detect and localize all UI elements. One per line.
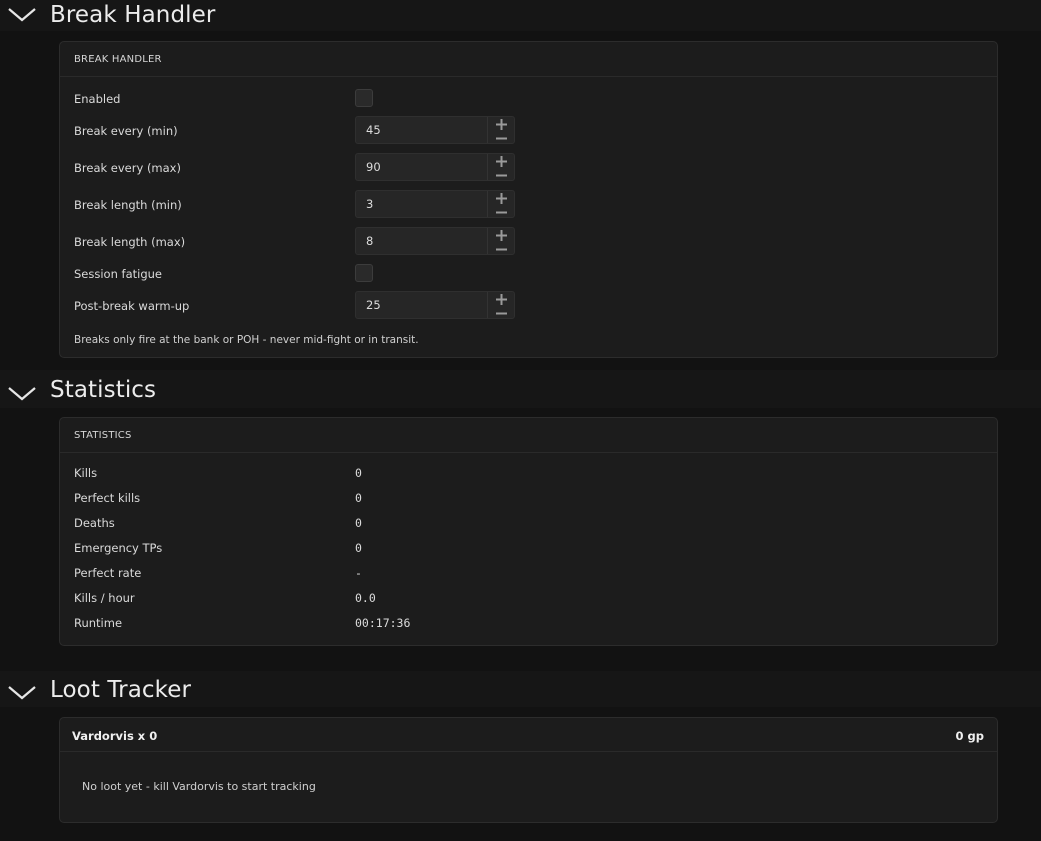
statistics-panel: STATISTICS Kills 0 Perfect kills 0 Death… — [59, 417, 998, 646]
stat-value: 00:17:36 — [355, 616, 411, 630]
chevron-down-icon — [8, 387, 36, 401]
break-every-max-label: Break every (max) — [74, 161, 181, 175]
statistics-section-header[interactable]: Statistics — [0, 370, 1041, 408]
stat-label: Perfect kills — [74, 491, 141, 505]
panel-title: STATISTICS — [60, 418, 997, 453]
loot-tracker-section-header[interactable]: Loot Tracker — [0, 671, 1041, 707]
break-note: Breaks only fire at the bank or POH - ne… — [74, 334, 419, 346]
panel-title: BREAK HANDLER — [60, 42, 997, 77]
stat-label: Kills / hour — [74, 591, 135, 605]
decrement-button[interactable] — [488, 241, 515, 254]
break-length-max-label: Break length (max) — [74, 235, 186, 249]
minus-icon — [496, 211, 507, 214]
stat-value: - — [355, 566, 362, 580]
spinner-buttons — [487, 292, 515, 318]
break-every-min-input[interactable] — [356, 117, 486, 143]
break-handler-section-header[interactable]: Break Handler — [0, 0, 1041, 31]
stat-label: Emergency TPs — [74, 541, 163, 555]
stat-value: 0.0 — [355, 591, 376, 605]
decrement-button[interactable] — [488, 204, 515, 217]
stat-label: Runtime — [74, 616, 123, 630]
stat-label: Perfect rate — [74, 566, 142, 580]
break-length-min-label: Break length (min) — [74, 198, 182, 212]
stat-value: 0 — [355, 516, 362, 530]
divider — [60, 751, 997, 752]
loot-total-value: 0 gp — [955, 729, 984, 743]
break-length-min-spinner — [355, 190, 515, 218]
spinner-buttons — [487, 117, 515, 143]
spinner-buttons — [487, 191, 515, 217]
chevron-down-icon — [8, 8, 36, 22]
minus-icon — [496, 137, 507, 140]
plus-icon — [496, 193, 507, 204]
break-every-min-spinner — [355, 116, 515, 144]
plus-icon — [496, 230, 507, 241]
break-length-max-spinner — [355, 227, 515, 255]
spinner-buttons — [487, 228, 515, 254]
break-length-max-input[interactable] — [356, 228, 486, 254]
post-break-warmup-label: Post-break warm-up — [74, 299, 190, 313]
stat-value: 0 — [355, 491, 362, 505]
break-every-min-label: Break every (min) — [74, 124, 178, 138]
plus-icon — [496, 119, 507, 130]
section-title: Break Handler — [50, 2, 216, 28]
session-fatigue-label: Session fatigue — [74, 267, 162, 281]
plus-icon — [496, 294, 507, 305]
break-handler-panel: BREAK HANDLER Enabled Break every (min) … — [59, 41, 998, 358]
minus-icon — [496, 248, 507, 251]
post-break-warmup-spinner — [355, 291, 515, 319]
decrement-button[interactable] — [488, 130, 515, 143]
stat-label: Kills — [74, 466, 98, 480]
increment-button[interactable] — [488, 228, 515, 241]
session-fatigue-checkbox[interactable] — [355, 264, 373, 282]
increment-button[interactable] — [488, 292, 515, 305]
section-title: Statistics — [50, 377, 157, 403]
minus-icon — [496, 174, 507, 177]
decrement-button[interactable] — [488, 167, 515, 180]
stat-value: 0 — [355, 466, 362, 480]
chevron-down-icon — [8, 686, 36, 700]
empty-loot-message: No loot yet - kill Vardorvis to start tr… — [82, 780, 316, 793]
enabled-label: Enabled — [74, 92, 121, 106]
stat-value: 0 — [355, 541, 362, 555]
stat-label: Deaths — [74, 516, 115, 530]
post-break-warmup-input[interactable] — [356, 292, 486, 318]
increment-button[interactable] — [488, 154, 515, 167]
break-length-min-input[interactable] — [356, 191, 486, 217]
spinner-buttons — [487, 154, 515, 180]
increment-button[interactable] — [488, 191, 515, 204]
boss-loot-title: Vardorvis x 0 — [72, 729, 158, 743]
break-every-max-input[interactable] — [356, 154, 486, 180]
loot-tracker-panel: Vardorvis x 0 0 gp No loot yet - kill Va… — [59, 717, 998, 823]
decrement-button[interactable] — [488, 305, 515, 318]
plus-icon — [496, 156, 507, 167]
break-every-max-spinner — [355, 153, 515, 181]
minus-icon — [496, 312, 507, 315]
increment-button[interactable] — [488, 117, 515, 130]
section-title: Loot Tracker — [50, 677, 192, 703]
enabled-checkbox[interactable] — [355, 89, 373, 107]
